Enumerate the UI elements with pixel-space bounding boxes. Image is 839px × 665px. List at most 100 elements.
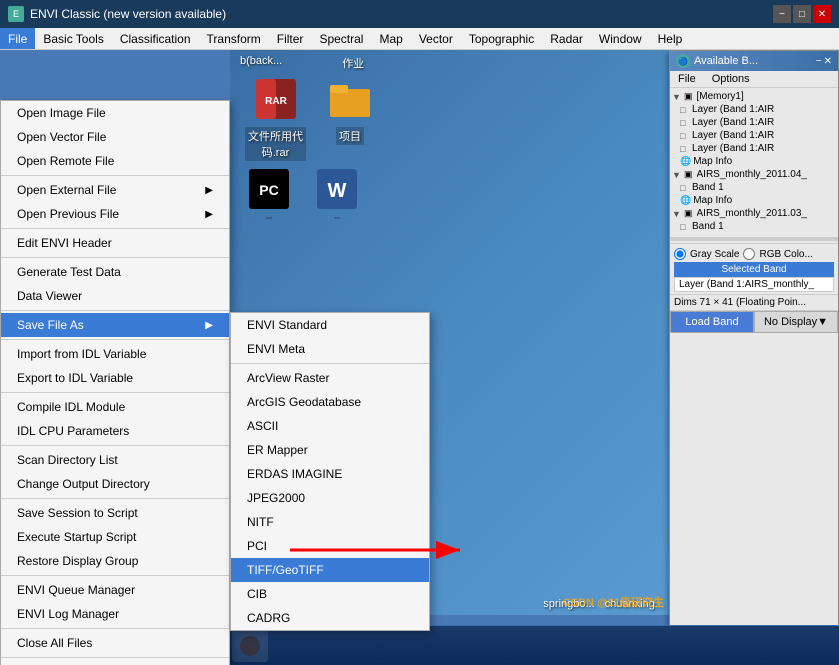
tree-layer4-label: Layer (Band 1:AIR <box>692 143 774 154</box>
menu-preferences[interactable]: Preferences <box>1 660 229 665</box>
submenu-nitf[interactable]: NITF <box>231 510 429 534</box>
separator-4 <box>1 310 229 311</box>
menu-save-session[interactable]: Save Session to Script <box>1 501 229 525</box>
menu-change-output[interactable]: Change Output Directory <box>1 472 229 496</box>
menu-window[interactable]: Window <box>591 28 650 49</box>
menu-open-image[interactable]: Open Image File <box>1 101 229 125</box>
menu-spectral[interactable]: Spectral <box>311 28 371 49</box>
tree-mapinfo2-label: Map Info <box>693 195 732 206</box>
menu-idl-cpu[interactable]: IDL CPU Parameters <box>1 419 229 443</box>
menu-queue-manager[interactable]: ENVI Queue Manager <box>1 578 229 602</box>
panel-menu-bar: File Options <box>670 71 838 88</box>
pycharm-icon-label <box>266 217 272 219</box>
submenu-cib[interactable]: CIB <box>231 582 429 606</box>
menu-file[interactable]: File <box>0 28 35 49</box>
sep <box>231 363 429 364</box>
submenu-erdas[interactable]: ERDAS IMAGINE <box>231 462 429 486</box>
app-icon: E <box>8 6 24 22</box>
separator-1 <box>1 175 229 176</box>
no-display-button[interactable]: No Display▼ <box>754 311 838 333</box>
menu-filter[interactable]: Filter <box>269 28 312 49</box>
panel-tree: ▼ ▣ [Memory1] □ Layer (Band 1:AIR □ Laye… <box>670 88 838 235</box>
taskbar-btn-6[interactable] <box>232 630 268 662</box>
separator-5 <box>1 339 229 340</box>
panel-radio-row: Gray Scale RGB Colo... <box>670 243 838 262</box>
menu-open-previous[interactable]: Open Previous File▶ <box>1 202 229 226</box>
menu-compile-idl[interactable]: Compile IDL Module <box>1 395 229 419</box>
minimize-button[interactable]: − <box>773 5 791 23</box>
gray-scale-radio[interactable] <box>674 248 686 260</box>
svg-text:PC: PC <box>259 182 278 198</box>
panel-menu-file[interactable]: File <box>670 71 704 87</box>
menu-restore-display[interactable]: Restore Display Group <box>1 549 229 573</box>
svg-text:W: W <box>328 180 347 202</box>
tree-item-band1[interactable]: □ Band 1 <box>672 181 836 194</box>
separator-8 <box>1 498 229 499</box>
menu-execute-startup[interactable]: Execute Startup Script <box>1 525 229 549</box>
menu-export-idl[interactable]: Export to IDL Variable <box>1 366 229 390</box>
submenu-ascii[interactable]: ASCII <box>231 414 429 438</box>
menu-scan-dir[interactable]: Scan Directory List <box>1 448 229 472</box>
tree-item-mapinfo2[interactable]: 🌐 Map Info <box>672 194 836 207</box>
menu-transform[interactable]: Transform <box>199 28 269 49</box>
maximize-button[interactable]: □ <box>793 5 811 23</box>
panel-scrollbar[interactable] <box>670 237 838 241</box>
arrow-icon: ▶ <box>205 185 213 196</box>
menu-log-manager[interactable]: ENVI Log Manager <box>1 602 229 626</box>
menu-edit-header[interactable]: Edit ENVI Header <box>1 231 229 255</box>
menu-vector[interactable]: Vector <box>411 28 461 49</box>
submenu-cadrg[interactable]: CADRG <box>231 606 429 630</box>
tree-cb-icon-2: □ <box>680 118 690 128</box>
menu-topographic[interactable]: Topographic <box>461 28 542 49</box>
separator-10 <box>1 628 229 629</box>
submenu-arcview[interactable]: ArcView Raster <box>231 366 429 390</box>
menu-close-all[interactable]: Close All Files <box>1 631 229 655</box>
menu-open-vector[interactable]: Open Vector File <box>1 125 229 149</box>
tree-item-layer1[interactable]: □ Layer (Band 1:AIR <box>672 103 836 116</box>
submenu-envi-meta[interactable]: ENVI Meta <box>231 337 429 361</box>
submenu-tiff[interactable]: TIFF/GeoTIFF <box>231 558 429 582</box>
tree-item-memory1[interactable]: ▼ ▣ [Memory1] <box>672 90 836 103</box>
tree-item-airs2[interactable]: ▼ ▣ AIRS_monthly_2011.03_ <box>672 207 836 220</box>
panel-minimize-btn[interactable]: − <box>816 56 822 67</box>
selected-band-label: Selected Band <box>674 262 834 277</box>
desktop-label-2: 作业 <box>342 55 364 71</box>
menu-open-external[interactable]: Open External File▶ <box>1 178 229 202</box>
submenu-er-mapper[interactable]: ER Mapper <box>231 438 429 462</box>
arrow-icon-3: ▶ <box>205 320 213 331</box>
tree-item-layer2[interactable]: □ Layer (Band 1:AIR <box>672 116 836 129</box>
menu-map[interactable]: Map <box>371 28 410 49</box>
menu-data-viewer[interactable]: Data Viewer <box>1 284 229 308</box>
desktop-label-1: b(back... <box>240 55 282 71</box>
dims-row: Dims 71 × 41 (Floating Poin... <box>670 294 838 310</box>
rgb-color-radio[interactable] <box>743 248 755 260</box>
panel-menu-options[interactable]: Options <box>704 71 758 87</box>
separator-6 <box>1 392 229 393</box>
tree-item-band2[interactable]: □ Band 1 <box>672 220 836 233</box>
panel-close-btn[interactable]: ✕ <box>824 56 832 67</box>
load-band-button[interactable]: Load Band <box>670 311 754 333</box>
submenu-envi-standard[interactable]: ENVI Standard <box>231 313 429 337</box>
desktop-icon-word[interactable]: W <box>313 165 361 219</box>
submenu-arcgis[interactable]: ArcGIS Geodatabase <box>231 390 429 414</box>
menu-save-file-as[interactable]: Save File As▶ <box>1 313 229 337</box>
menu-gen-test[interactable]: Generate Test Data <box>1 260 229 284</box>
submenu-jpeg2000[interactable]: JPEG2000 <box>231 486 429 510</box>
menu-radar[interactable]: Radar <box>542 28 591 49</box>
tree-item-layer3[interactable]: □ Layer (Band 1:AIR <box>672 129 836 142</box>
tree-item-mapinfo1[interactable]: 🌐 Map Info <box>672 155 836 168</box>
close-button[interactable]: ✕ <box>813 5 831 23</box>
menu-classification[interactable]: Classification <box>112 28 199 49</box>
tree-globe-icon: 🌐 <box>680 156 691 167</box>
desktop-icon-folder[interactable]: 项目 <box>326 75 374 161</box>
watermark: CSDN @21级研究生 <box>563 594 664 610</box>
menu-open-remote[interactable]: Open Remote File <box>1 149 229 173</box>
desktop-icon-pycharm[interactable]: PC <box>245 165 293 219</box>
desktop-icon-rar[interactable]: RAR 文件所用代码.rar <box>245 75 306 161</box>
menu-help[interactable]: Help <box>650 28 691 49</box>
menu-import-idl[interactable]: Import from IDL Variable <box>1 342 229 366</box>
submenu-pci[interactable]: PCI <box>231 534 429 558</box>
menu-basic-tools[interactable]: Basic Tools <box>35 28 111 49</box>
tree-item-layer4[interactable]: □ Layer (Band 1:AIR <box>672 142 836 155</box>
tree-item-airs1[interactable]: ▼ ▣ AIRS_monthly_2011.04_ <box>672 168 836 181</box>
